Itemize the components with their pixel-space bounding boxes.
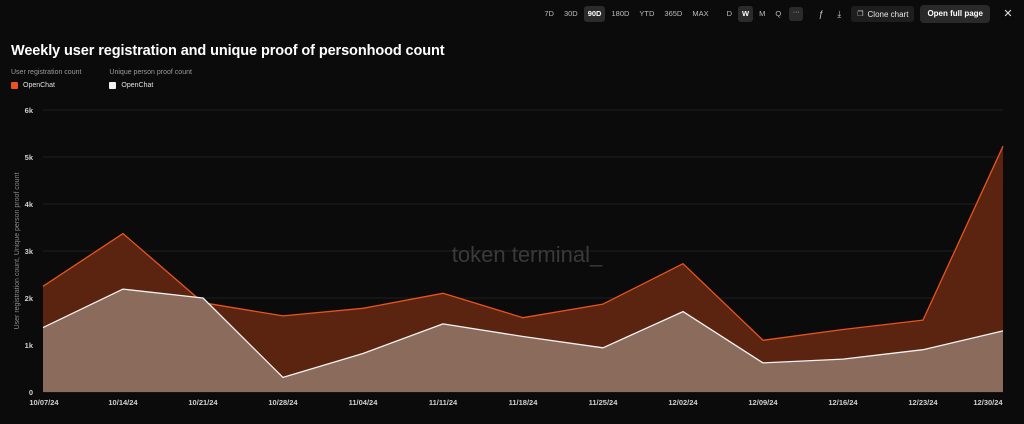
watermark: token terminal_: [452, 242, 603, 267]
x-tick-label: 11/11/24: [429, 398, 458, 407]
y-tick-label: 2k: [25, 294, 34, 303]
y-tick-label: 1k: [25, 341, 34, 350]
area-chart: 0 1k 2k 3k 4k 5k 6k User registration count, Un…: [14, 106, 1004, 407]
y-tick-label: 3k: [25, 247, 34, 256]
y-tick-label: 4k: [25, 200, 34, 209]
x-tick-label: 12/23/24: [908, 398, 938, 407]
y-tick-label: 5k: [25, 153, 34, 162]
x-tick-label: 12/09/24: [748, 398, 778, 407]
x-tick-label: 11/18/24: [509, 398, 539, 407]
x-tick-label: 12/02/24: [668, 398, 698, 407]
x-tick-label: 12/16/24: [828, 398, 858, 407]
x-tick-label: 12/30/24: [973, 398, 1003, 407]
x-tick-label: 11/25/24: [589, 398, 619, 407]
x-tick-label: 10/21/24: [188, 398, 218, 407]
y-tick-label: 0: [29, 388, 33, 397]
x-tick-label: 10/07/24: [29, 398, 59, 407]
x-tick-label: 10/28/24: [268, 398, 298, 407]
x-tick-label: 10/14/24: [108, 398, 138, 407]
x-tick-label: 11/04/24: [349, 398, 379, 407]
y-tick-label: 6k: [25, 106, 34, 115]
y-axis-label: User registration count, Unique person p…: [14, 173, 21, 330]
